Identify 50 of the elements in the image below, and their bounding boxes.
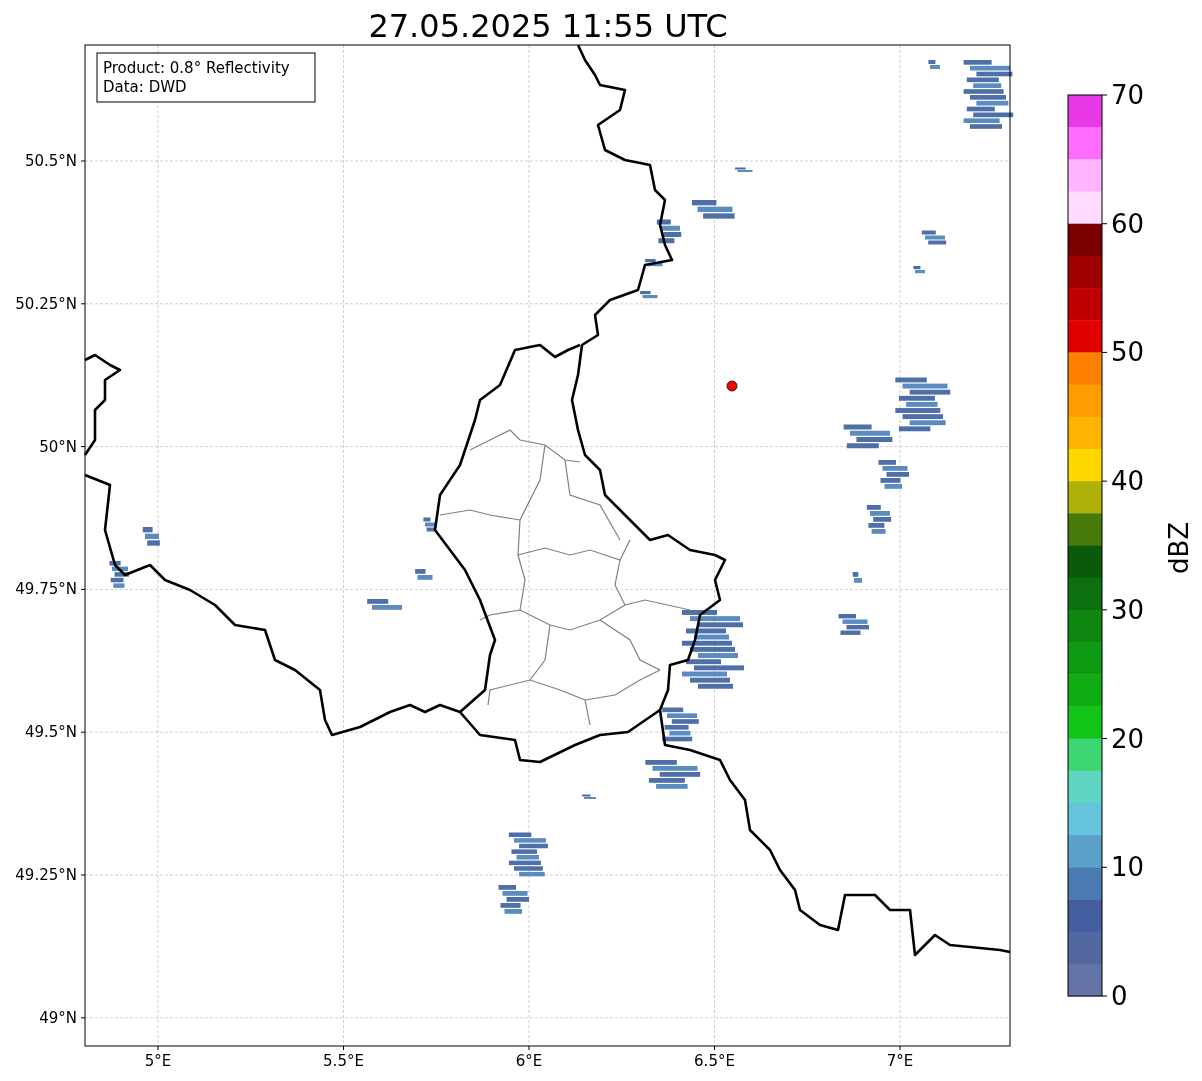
radar-echo-drawing: [691, 200, 735, 219]
radar-echo-drawing: [662, 707, 699, 742]
radar-echo-drawing: [735, 167, 753, 172]
radar-echo-drawing: [645, 259, 663, 267]
colorbar-label: 40: [1111, 466, 1145, 497]
radar-echo-drawing: [640, 291, 658, 299]
radar-echo-drawing: [878, 460, 909, 489]
radar-echo-drawing: [367, 599, 402, 610]
radar-echo-drawing: [963, 60, 1014, 129]
colorbar-label: 60: [1111, 208, 1145, 239]
radar-site-marker: [726, 380, 738, 392]
radar-echo-drawing: [498, 885, 529, 914]
colorbar-title: dBZ: [1164, 521, 1194, 575]
radar-echo-drawing: [913, 266, 925, 274]
colorbar-label: 30: [1111, 594, 1145, 625]
longitude-label: 6°E: [515, 1052, 543, 1070]
legend-text: Data: DWD: [103, 78, 187, 96]
radar-echo-drawing: [838, 614, 869, 635]
radar-echo-drawing: [582, 794, 596, 799]
radar-echo-drawing: [109, 561, 129, 588]
latitude-label: 50°N: [39, 437, 77, 456]
longitude-label: 6.5°E: [694, 1052, 735, 1070]
colorbar-label: 20: [1111, 723, 1145, 754]
colorbar-label: 70: [1111, 80, 1145, 110]
radar-echo-drawing: [142, 527, 160, 546]
plot-title: 27.05.2025 11:55 UTC: [368, 7, 728, 45]
radar-echo-drawing: [866, 505, 892, 534]
colorbar-label: 50: [1111, 337, 1145, 368]
latitude-label: 50.25°N: [15, 294, 77, 313]
radar-echo-drawing: [656, 219, 682, 244]
radar-echo-drawing: [508, 832, 548, 877]
latitude-label: 49.5°N: [24, 723, 77, 742]
radar-echo-drawing: [852, 572, 862, 583]
radar-echo-drawing: [895, 377, 951, 432]
latitude-label: 49.75°N: [15, 580, 77, 599]
latitude-label: 50.5°N: [24, 152, 77, 170]
longitude-label: 5°E: [144, 1052, 172, 1070]
latitude-label: 49.25°N: [15, 866, 77, 884]
legend-text: Product: 0.8° Reflectivity: [103, 59, 290, 77]
radar-echo-drawing: [423, 517, 436, 532]
radar-echo-drawing: [415, 569, 433, 580]
colorbar-label: 10: [1111, 852, 1145, 883]
radar-echo-drawing: [921, 230, 947, 245]
radar-echo-drawing: [843, 424, 893, 449]
longitude-label: 7°E: [886, 1052, 914, 1070]
radar-echo-drawing: [928, 60, 940, 69]
radar-echo-drawing: [645, 760, 701, 789]
longitude-label: 5.5°E: [323, 1052, 364, 1070]
colorbar-label: 0: [1111, 981, 1128, 1011]
latitude-label: 49°N: [39, 1008, 77, 1027]
